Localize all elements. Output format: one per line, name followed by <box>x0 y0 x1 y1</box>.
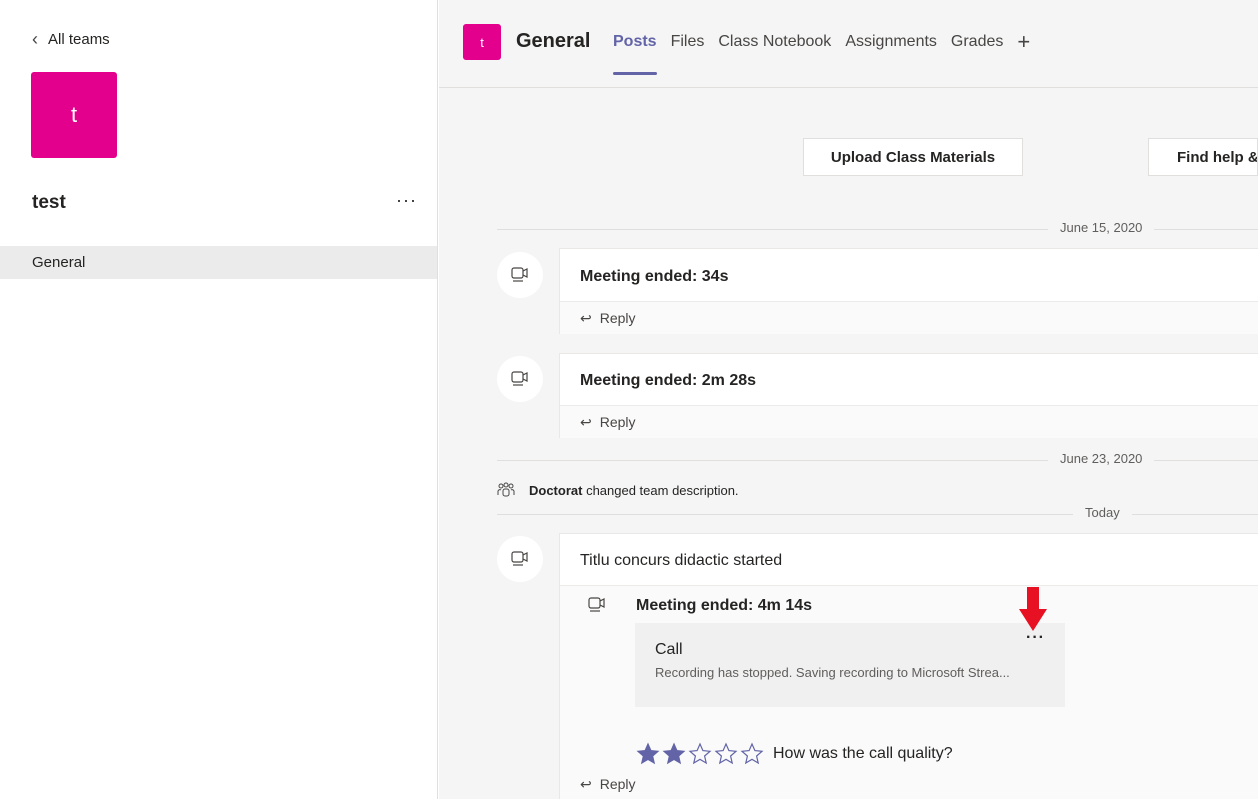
date-label: June 15, 2020 <box>1048 220 1155 235</box>
upload-class-materials-button[interactable]: Upload Class Materials <box>803 138 1023 176</box>
sidebar-item-general[interactable]: General <box>0 246 437 279</box>
reply-label: Reply <box>599 776 636 792</box>
post-title: Meeting ended: 2m 28s <box>580 372 757 389</box>
chevron-left-icon: ‹ <box>32 29 38 49</box>
call-recording-card[interactable]: Call Recording has stopped. Saving recor… <box>635 623 1065 707</box>
call-quality-rating: How was the call quality? <box>635 742 953 766</box>
system-actor: Doctorat <box>529 482 583 498</box>
tab-class-notebook[interactable]: Class Notebook <box>718 33 831 55</box>
team-members-icon <box>497 482 515 497</box>
all-teams-link[interactable]: ‹ All teams <box>32 30 110 48</box>
meeting-post-avatar <box>497 252 543 298</box>
annotation-arrow-icon <box>1019 587 1047 631</box>
post-card: Meeting ended: 2m 28s ↩ Reply <box>559 353 1258 438</box>
system-action: changed team description. <box>582 482 739 498</box>
team-avatar: t <box>31 72 117 158</box>
date-label: June 23, 2020 <box>1048 451 1155 466</box>
reply-icon: ↩ <box>580 776 592 792</box>
meeting-ended-title: Meeting ended: 4m 14s <box>636 597 813 614</box>
reply-icon: ↩ <box>580 309 592 326</box>
star-filled-icon[interactable] <box>661 742 687 766</box>
video-camera-icon <box>588 597 605 612</box>
tab-files[interactable]: Files <box>671 33 705 55</box>
tab-grades[interactable]: Grades <box>951 33 1003 55</box>
star-empty-icon[interactable] <box>687 742 713 766</box>
meeting-post-avatar <box>497 536 543 582</box>
reply-icon: ↩ <box>580 413 592 430</box>
star-empty-icon[interactable] <box>713 742 739 766</box>
channel-view: t General Posts Files Class Notebook Ass… <box>439 0 1258 799</box>
add-tab-button[interactable]: + <box>1017 29 1030 55</box>
team-name: test <box>32 192 66 213</box>
star-filled-icon[interactable] <box>635 742 661 766</box>
post-title: Meeting ended: 34s <box>580 268 729 285</box>
channel-title: General <box>516 30 591 52</box>
reply-button[interactable]: ↩ Reply <box>560 405 1258 438</box>
tab-posts[interactable]: Posts <box>613 33 657 75</box>
post-card: Meeting ended: 34s ↩ Reply <box>559 248 1258 334</box>
meeting-post-avatar <box>497 356 543 402</box>
video-camera-icon <box>511 267 528 282</box>
channel-avatar: t <box>463 24 501 60</box>
find-help-button[interactable]: Find help & <box>1148 138 1258 176</box>
tab-assignments[interactable]: Assignments <box>845 33 937 55</box>
system-message: Doctorat changed team description. <box>497 482 739 498</box>
channel-tabs: Posts Files Class Notebook Assignments G… <box>613 29 1030 75</box>
star-empty-icon[interactable] <box>739 742 765 766</box>
team-more-options-button[interactable]: ··· <box>396 190 417 211</box>
date-label: Today <box>1073 505 1132 520</box>
call-status: Recording has stopped. Saving recording … <box>655 665 1010 680</box>
stars-container <box>635 742 765 766</box>
meeting-title: Titlu concurs didactic started <box>580 552 783 569</box>
channel-label: General <box>32 254 86 271</box>
reply-label: Reply <box>599 414 636 430</box>
video-camera-icon <box>511 551 528 566</box>
call-title: Call <box>655 641 683 658</box>
all-teams-label: All teams <box>48 30 110 48</box>
reply-button[interactable]: ↩ Reply <box>580 776 636 793</box>
team-sidebar: ‹ All teams t test ··· General <box>0 0 438 799</box>
video-camera-icon <box>511 371 528 386</box>
call-quality-prompt: How was the call quality? <box>773 745 953 762</box>
reply-button[interactable]: ↩ Reply <box>560 301 1258 334</box>
channel-initial: t <box>480 34 484 50</box>
channel-header: t General Posts Files Class Notebook Ass… <box>439 0 1258 88</box>
system-message-text: Doctorat changed team description. <box>529 483 739 498</box>
team-initial: t <box>70 102 78 127</box>
reply-label: Reply <box>599 310 636 326</box>
date-divider <box>497 514 1258 515</box>
